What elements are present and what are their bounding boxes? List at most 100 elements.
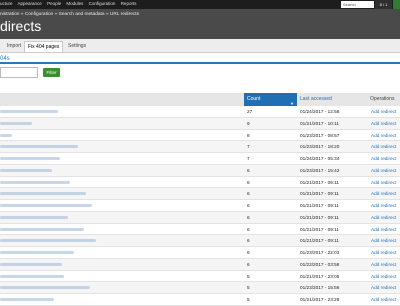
table-row: 6 01/21/2017 - 09:11 Add redirect (0, 211, 400, 224)
admin-toolbar: ucture Appearance People Modules Configu… (0, 0, 400, 9)
add-redirect-link[interactable]: Add redirect (371, 106, 396, 117)
add-redirect-link[interactable]: Add redirect (371, 259, 396, 270)
last-accessed-cell: 01/23/2017 - 15:42 (300, 167, 340, 173)
count-cell: 6 (247, 167, 250, 173)
count-cell: 6 (247, 226, 250, 232)
add-redirect-link[interactable]: Add redirect (371, 282, 396, 293)
table-row: 27 01/24/2017 - 12:58 Add redirect (0, 106, 400, 118)
add-redirect-link[interactable]: Add redirect (371, 153, 396, 164)
table-row: 7 01/23/2017 - 18:20 Add redirect (0, 141, 400, 153)
path-link[interactable] (0, 239, 96, 243)
table-row: 6 01/21/2017 - 09:11 Add redirect (0, 176, 400, 189)
toolbar-menu: ucture Appearance People Modules Configu… (0, 1, 140, 6)
count-cell: 7 (247, 144, 250, 150)
count-cell: 9 (247, 120, 250, 126)
table-row: 5 01/23/2017 - 15:56 Add redirect (0, 282, 400, 294)
toolbar-item-configuration[interactable]: Configuration (89, 1, 116, 6)
count-cell: 6 (247, 203, 250, 208)
add-redirect-link[interactable]: Add redirect (371, 165, 396, 176)
path-link[interactable] (0, 180, 70, 184)
add-redirect-link[interactable]: Add redirect (371, 177, 396, 188)
toolbar-item-reports[interactable]: Reports (121, 1, 137, 6)
add-redirect-link[interactable]: Add redirect (371, 130, 396, 141)
table-row: 9 01/21/2017 - 10:11 Add redirect (0, 117, 400, 130)
column-header-operations: Operations (370, 96, 395, 102)
last-accessed-cell: 01/23/2017 - 15:56 (300, 285, 340, 291)
add-redirect-link[interactable]: Add redirect (371, 200, 396, 211)
count-cell: 6 (247, 250, 250, 255)
count-cell: 6 (247, 179, 250, 185)
add-redirect-link[interactable]: Add redirect (371, 271, 396, 282)
last-accessed-cell: 01/24/2017 - 05:34 (300, 156, 340, 161)
last-accessed-cell: 01/23/2017 - 18:20 (300, 144, 340, 150)
table-row: 6 01/21/2017 - 09:11 Add redirect (0, 223, 400, 236)
path-link[interactable] (0, 274, 64, 278)
table-row: 6 01/21/2017 - 09:11 Add redirect (0, 188, 400, 200)
path-link[interactable] (0, 215, 68, 219)
count-cell: 5 (247, 285, 250, 291)
path-link[interactable] (0, 157, 60, 160)
table-row: 6 01/23/2017 - 15:42 Add redirect (0, 164, 400, 177)
column-header-count[interactable]: Count ▼ (244, 93, 297, 106)
add-redirect-link[interactable]: Add redirect (371, 118, 396, 129)
add-redirect-link[interactable]: Add redirect (371, 141, 396, 152)
path-link[interactable] (0, 204, 92, 207)
last-accessed-cell: 01/21/2017 - 09:11 (300, 179, 340, 185)
last-accessed-cell: 01/22/2017 - 03:58 (300, 261, 340, 267)
redirects-table: Count ▼ Last accessed Operations 27 01/24… (0, 93, 400, 306)
count-cell: 6 (247, 261, 250, 267)
count-cell: 6 (247, 238, 250, 244)
last-accessed-cell: 01/21/2017 - 10:11 (300, 120, 340, 126)
table-row: 6 01/21/2017 - 09:11 Add redirect (0, 200, 400, 212)
path-link[interactable] (0, 168, 52, 172)
toolbar-item-structure[interactable]: ucture (0, 1, 13, 6)
last-accessed-cell: 01/21/2017 - 09:11 (300, 203, 340, 208)
last-accessed-cell: 01/21/2017 - 09:11 (300, 226, 340, 232)
add-redirect-link[interactable]: Add redirect (371, 212, 396, 223)
add-redirect-link[interactable]: Add redirect (371, 188, 396, 199)
toolbar-item-appearance[interactable]: Appearance (18, 1, 42, 6)
column-header-last-accessed[interactable]: Last accessed (297, 93, 367, 106)
count-cell: 27 (247, 109, 253, 114)
toolbar-go-button[interactable] (393, 0, 400, 9)
last-accessed-cell: 01/21/2017 - 23:05 (300, 273, 340, 279)
path-link[interactable] (0, 110, 58, 113)
last-accessed-cell: 01/21/2017 - 09:11 (300, 214, 340, 220)
path-link[interactable] (0, 133, 12, 137)
tab-settings[interactable]: Settings (65, 41, 89, 52)
add-redirect-link[interactable]: Add redirect (371, 224, 396, 235)
add-redirect-link[interactable]: Add redirect (371, 247, 396, 258)
path-link[interactable] (0, 262, 62, 266)
toolbar-count-badge: 8 / 1 (375, 0, 392, 9)
filter-button[interactable]: Filter (43, 68, 60, 77)
path-link[interactable] (0, 227, 84, 231)
count-cell: 6 (247, 191, 250, 197)
count-cell: 7 (247, 156, 250, 161)
path-link[interactable] (0, 121, 32, 125)
count-cell: 8 (247, 132, 250, 138)
filter-input[interactable] (0, 67, 38, 78)
tab-fix-404-pages[interactable]: Fix 404 pages (24, 41, 64, 52)
last-accessed-cell: 01/24/2017 - 12:58 (300, 109, 340, 114)
toolbar-item-people[interactable]: People (47, 1, 61, 6)
table-row: 6 01/21/2017 - 09:11 Add redirect (0, 235, 400, 247)
page-title: directs (0, 18, 42, 34)
path-link[interactable] (0, 286, 90, 290)
section-divider (0, 62, 400, 64)
count-cell: 5 (247, 273, 250, 279)
path-link[interactable] (0, 251, 74, 254)
add-redirect-link[interactable]: Add redirect (371, 235, 396, 246)
tab-import[interactable]: Import (4, 41, 24, 52)
path-link[interactable] (0, 145, 78, 149)
table-row: 6 01/22/2017 - 03:58 Add redirect (0, 258, 400, 271)
last-accessed-cell: 01/23/2017 - 22:03 (300, 250, 340, 255)
table-row: 5 01/21/2017 - 23:05 Add redirect (0, 270, 400, 283)
column-count-label: Count (247, 96, 261, 102)
toolbar-item-modules[interactable]: Modules (66, 1, 83, 6)
tab-bar: Import Fix 404 pages Settings (0, 39, 400, 53)
breadcrumb[interactable]: nistration » Configuration » Search and … (0, 12, 139, 17)
table-row: 7 01/24/2017 - 05:34 Add redirect (0, 153, 400, 165)
toolbar-search-input[interactable]: Search (341, 1, 374, 8)
path-link[interactable] (0, 192, 86, 196)
table-row: 6 01/23/2017 - 22:03 Add redirect (0, 247, 400, 259)
